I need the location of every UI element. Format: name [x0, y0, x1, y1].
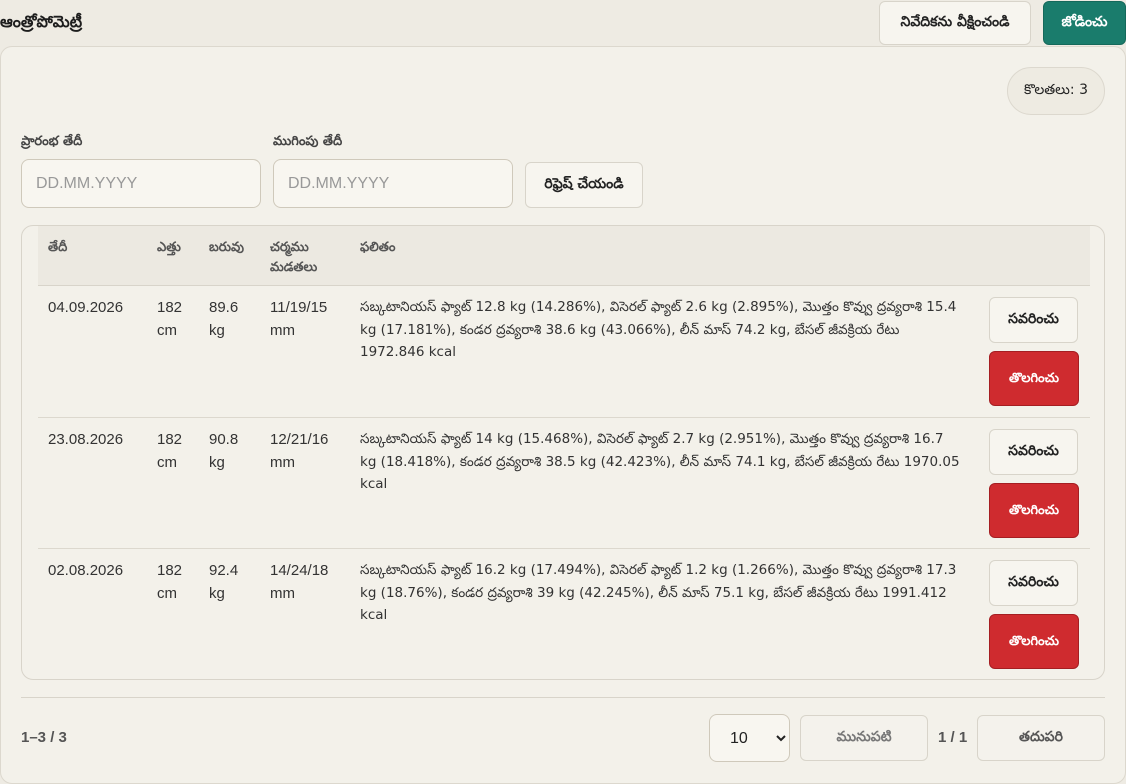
skinfold-cell: 12/21/16 mm: [270, 431, 329, 471]
table-row: 04.09.2026 182 cm 89.6 kg 11/19/15 mm సబ…: [38, 286, 1090, 418]
weight-cell: 92.4 kg: [209, 562, 239, 602]
previous-page-button[interactable]: మునుపటి: [800, 715, 928, 761]
refresh-button[interactable]: రిఫ్రెష్ చేయండి: [525, 162, 643, 208]
page-indicator: 1 / 1: [938, 729, 968, 746]
table-header: తేదీ ఎత్తు బరువు చర్మము మడతలు ఫలితం: [38, 226, 1090, 286]
add-measurement-button[interactable]: జోడించు: [1043, 1, 1126, 45]
footer-divider: [21, 697, 1105, 698]
top-bar: ఆంత్రోపోమెట్రీ నివేదికను వీక్షించండి జోడ…: [0, 0, 1126, 46]
page-title: ఆంత్రోపోమెట్రీ: [0, 12, 83, 31]
result-cell: సబ్కటానియస్ ఫ్యాట్ 16.2 kg (17.494%), వి…: [360, 562, 957, 623]
skinfold-cell: 11/19/15 mm: [270, 299, 328, 339]
delete-button[interactable]: తొలగించు: [989, 351, 1079, 406]
result-cell: సబ్కటానియస్ ఫ్యాట్ 14 kg (15.468%), విసె…: [360, 431, 960, 492]
column-header-skinfold: చర్మము మడతలు: [270, 240, 318, 275]
delete-button[interactable]: తొలగించు: [989, 614, 1079, 669]
date-cell: 04.09.2026: [48, 299, 124, 316]
measurements-table: తేదీ ఎత్తు బరువు చర్మము మడతలు ఫలితం 04.0…: [21, 225, 1105, 680]
edit-button[interactable]: సవరించు: [989, 297, 1078, 343]
skinfold-cell: 14/24/18 mm: [270, 562, 329, 602]
column-header-height: ఎత్తు: [157, 240, 181, 255]
page-size-select[interactable]: 10: [709, 714, 790, 762]
pagination-range: 1–3 / 3: [21, 729, 67, 746]
edit-button[interactable]: సవరించు: [989, 560, 1078, 606]
start-date-label: ప్రారంభ తేదీ: [21, 134, 83, 149]
end-date-label: ముగింపు తేదీ: [273, 134, 343, 149]
column-header-weight: బరువు: [209, 240, 244, 255]
date-cell: 23.08.2026: [48, 431, 124, 448]
column-header-result: ఫలితం: [360, 240, 396, 255]
column-header-date: తేదీ: [48, 240, 68, 255]
weight-cell: 89.6 kg: [209, 299, 239, 339]
table-row: 02.08.2026 182 cm 92.4 kg 14/24/18 mm సబ…: [38, 549, 1090, 679]
date-cell: 02.08.2026: [48, 562, 124, 579]
height-cell: 182 cm: [157, 562, 183, 602]
table-row: 23.08.2026 182 cm 90.8 kg 12/21/16 mm సబ…: [38, 418, 1090, 549]
result-cell: సబ్కటానియస్ ఫ్యాట్ 12.8 kg (14.286%), వి…: [360, 299, 957, 360]
view-report-button[interactable]: నివేదికను వీక్షించండి: [879, 1, 1031, 45]
end-date-input[interactable]: [273, 159, 513, 208]
start-date-input[interactable]: [21, 159, 261, 208]
delete-button[interactable]: తొలగించు: [989, 483, 1079, 538]
next-page-button[interactable]: తదుపరి: [977, 715, 1105, 761]
height-cell: 182 cm: [157, 299, 183, 339]
height-cell: 182 cm: [157, 431, 183, 471]
records-count-badge: కొలతలు: 3: [1007, 67, 1105, 115]
edit-button[interactable]: సవరించు: [989, 429, 1078, 475]
weight-cell: 90.8 kg: [209, 431, 239, 471]
